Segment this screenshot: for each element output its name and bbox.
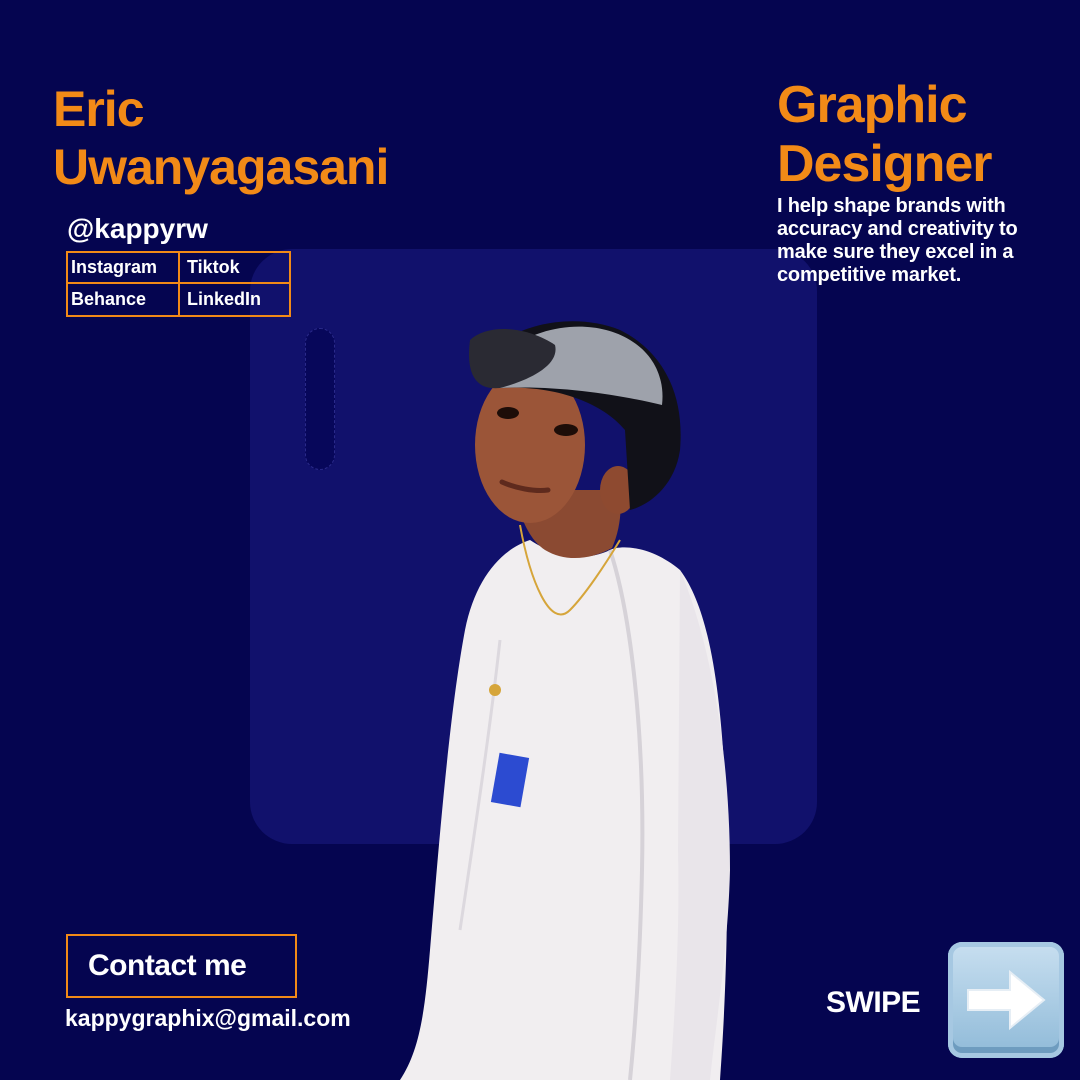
swipe-label: SWIPE (826, 986, 921, 1019)
contact-email[interactable]: kappygraphix@gmail.com (65, 1005, 351, 1032)
panel-slot-decoration (305, 328, 335, 470)
social-link-instagram[interactable]: Instagram (68, 253, 180, 284)
first-name: Eric (53, 81, 145, 137)
right-arrow-icon[interactable] (948, 942, 1064, 1058)
tagline: I help shape brands with accuracy and cr… (777, 195, 1018, 286)
job-title: Graphic Designer (777, 76, 993, 194)
last-name: Uwanyagasani (53, 139, 389, 195)
social-handle: @kappyrw (67, 213, 208, 244)
social-links-grid: Instagram Tiktok Behance LinkedIn (66, 251, 291, 317)
job-title-line-1: Graphic (777, 76, 967, 134)
job-title-line-2: Designer (777, 135, 993, 193)
portrait-photo (400, 321, 730, 1080)
person-name: Eric Uwanyagasani (53, 80, 389, 196)
social-link-behance[interactable]: Behance (68, 284, 180, 315)
social-link-linkedin[interactable]: LinkedIn (180, 284, 289, 315)
contact-me-button[interactable]: Contact me (66, 934, 297, 998)
right-arrow-glyph (967, 969, 1046, 1031)
social-link-tiktok[interactable]: Tiktok (180, 253, 289, 284)
